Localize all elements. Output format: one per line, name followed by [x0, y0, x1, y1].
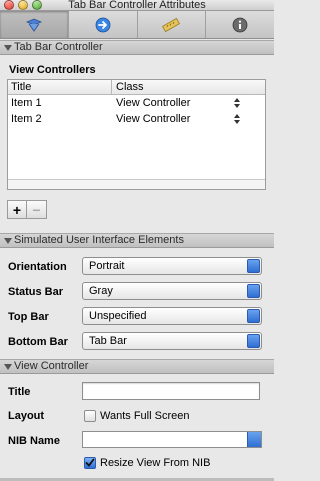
title-label: Title — [8, 386, 31, 398]
table-header: Title Class — [8, 80, 265, 95]
section-tab-bar-controller[interactable]: Tab Bar Controller — [0, 40, 274, 55]
bottom-bar-value: Tab Bar — [89, 335, 127, 347]
orientation-value: Portrait — [89, 260, 125, 272]
bottom-bar-popup[interactable]: Tab Bar — [82, 332, 262, 350]
row-title[interactable]: Item 1 — [8, 95, 112, 111]
section-view-controller[interactable]: View Controller — [0, 359, 274, 374]
info-icon — [232, 17, 248, 32]
popup-arrows-icon — [247, 259, 260, 273]
view-controllers-table[interactable]: Title Class Item 1 View Controller Item … — [7, 79, 266, 190]
disclosure-triangle-icon — [4, 364, 12, 370]
row-title[interactable]: Item 2 — [8, 111, 112, 127]
title-field[interactable] — [82, 382, 260, 400]
column-header-class[interactable]: Class — [112, 80, 265, 94]
view-controllers-label: View Controllers — [9, 64, 96, 76]
tab-size[interactable] — [138, 11, 207, 38]
wants-full-screen-checkbox[interactable] — [84, 410, 96, 422]
top-bar-label: Top Bar — [8, 311, 49, 323]
layout-label: Layout — [8, 410, 45, 422]
table-row[interactable]: Item 1 View Controller — [8, 95, 265, 111]
add-button[interactable]: + — [7, 200, 27, 219]
row-class[interactable]: View Controller — [112, 95, 265, 111]
disclosure-triangle-icon — [4, 238, 12, 244]
remove-button[interactable]: − — [27, 200, 47, 219]
disclosure-triangle-icon — [4, 45, 12, 51]
section-title: View Controller — [14, 360, 89, 372]
window-titlebar: Tab Bar Controller Attributes — [0, 0, 274, 11]
tab-identity[interactable] — [206, 11, 274, 38]
popup-arrows-icon — [247, 334, 260, 348]
table-scrollbar[interactable] — [8, 179, 265, 189]
tab-attributes[interactable] — [0, 11, 69, 38]
popup-arrows-icon — [247, 309, 260, 323]
connections-icon — [95, 17, 111, 32]
resize-view-from-nib-label: Resize View From NIB — [100, 457, 211, 469]
table-row[interactable]: Item 2 View Controller — [8, 111, 265, 127]
updown-arrows-icon[interactable] — [234, 114, 240, 124]
top-bar-popup[interactable]: Unspecified — [82, 307, 262, 325]
section-title: Tab Bar Controller — [14, 41, 103, 53]
resize-view-from-nib-checkbox[interactable] — [84, 457, 96, 469]
popup-arrows-icon — [247, 284, 260, 298]
column-header-title[interactable]: Title — [8, 80, 112, 94]
checkmark-icon — [85, 458, 95, 467]
section-simulated-ui[interactable]: Simulated User Interface Elements — [0, 233, 274, 248]
updown-arrows-icon[interactable] — [234, 98, 240, 108]
wants-full-screen-label: Wants Full Screen — [100, 410, 190, 422]
add-remove-controls: + − — [7, 200, 47, 219]
attributes-icon — [25, 18, 42, 32]
status-bar-value: Gray — [89, 285, 113, 297]
status-bar-popup[interactable]: Gray — [82, 282, 262, 300]
orientation-popup[interactable]: Portrait — [82, 257, 262, 275]
row-class[interactable]: View Controller — [112, 111, 265, 127]
top-bar-value: Unspecified — [89, 310, 147, 322]
size-ruler-icon — [162, 17, 181, 32]
nib-name-label: NIB Name — [8, 435, 60, 447]
orientation-label: Orientation — [8, 261, 67, 273]
inspector-toolbar — [0, 11, 274, 39]
tab-connections[interactable] — [69, 11, 138, 38]
combo-arrow-icon[interactable] — [247, 432, 261, 447]
window-title: Tab Bar Controller Attributes — [68, 0, 206, 11]
nib-name-combobox[interactable] — [82, 431, 262, 448]
bottom-bar-label: Bottom Bar — [8, 336, 68, 348]
section-title: Simulated User Interface Elements — [14, 234, 184, 246]
status-bar-label: Status Bar — [8, 286, 64, 298]
